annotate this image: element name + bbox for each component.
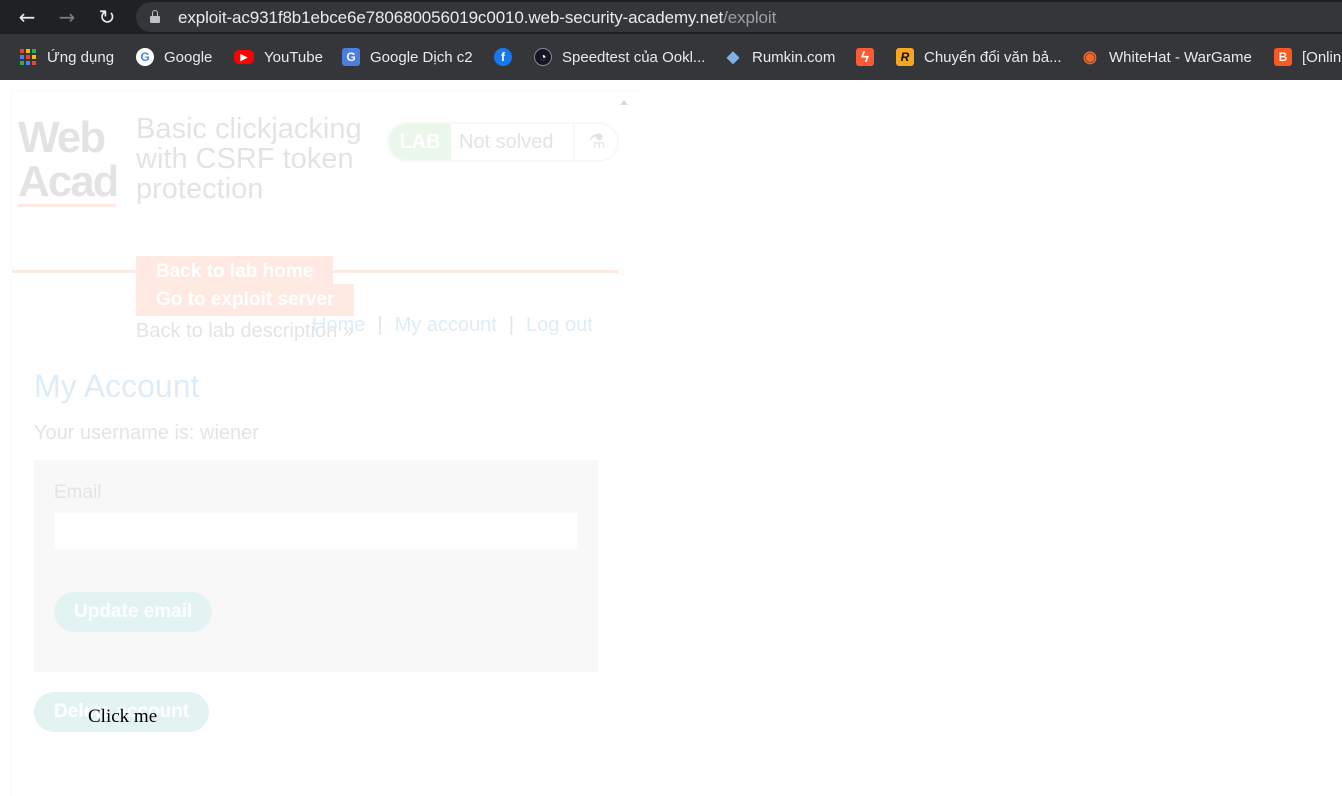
bookmark-google[interactable]: G Google xyxy=(136,46,212,68)
nav-separator: | xyxy=(508,314,515,336)
bookmark-lightning[interactable]: ϟ xyxy=(856,46,874,68)
facebook-icon: f xyxy=(494,48,512,66)
bookmark-label: Speedtest của Ookl... xyxy=(562,48,706,66)
go-to-exploit-server-button[interactable]: Go to exploit server xyxy=(136,284,355,316)
page-title: My Account xyxy=(34,368,200,404)
lightning-icon: ϟ xyxy=(856,48,874,66)
nav-separator: | xyxy=(377,314,383,336)
address-bar[interactable]: exploit-ac931f8b1ebce6e780680056019c0010… xyxy=(136,2,1342,32)
lab-status-widget: LAB Not solved ⚗ xyxy=(387,122,619,162)
bookmark-apps[interactable]: Ứng dụng xyxy=(20,46,114,68)
bookmark-label: Chuyển đổi văn bả... xyxy=(924,48,1062,66)
transparent-iframe[interactable]: Web Acad Basic clickjacking with CSRF to… xyxy=(10,90,640,796)
username-text: Your username is: wiener xyxy=(34,422,259,444)
email-field[interactable] xyxy=(54,512,578,550)
browser-toolbar: ← → ↻ exploit-ac931f8b1ebce6e78068005601… xyxy=(0,0,1342,34)
google-icon: G xyxy=(136,48,154,66)
r-icon: R xyxy=(896,48,914,66)
whitehat-icon: ◉ xyxy=(1081,48,1099,66)
bookmark-label: Ứng dụng xyxy=(47,48,115,66)
blogger-icon: B xyxy=(1274,48,1292,66)
lab-title: Basic clickjacking with CSRF token prote… xyxy=(136,113,362,205)
lab-badge: LAB xyxy=(389,124,451,160)
bookmark-label: WhiteHat - WarGame xyxy=(1109,48,1252,66)
logo-underline xyxy=(18,204,116,207)
bookmark-label: [Onlin xyxy=(1302,48,1342,66)
update-email-button[interactable]: Update email xyxy=(54,592,213,632)
back-icon[interactable]: ← xyxy=(15,5,39,29)
speedtest-icon: ◔ xyxy=(534,48,552,66)
url-host: exploit-ac931f8b1ebce6e780680056019c0010… xyxy=(178,8,724,27)
apps-grid-icon xyxy=(20,49,36,65)
account-nav: Home | My account | Log out xyxy=(312,314,593,337)
bookmarks-bar: Ứng dụng G Google ▶ YouTube G Google Dịc… xyxy=(0,34,1342,80)
bookmark-google-translate[interactable]: G Google Dịch c2 xyxy=(342,46,473,68)
bookmark-facebook[interactable]: f xyxy=(494,46,512,68)
nav-my-account-link[interactable]: My account xyxy=(395,314,497,336)
rumkin-icon: ◆ xyxy=(724,48,742,66)
bookmark-chuyen-doi[interactable]: R Chuyển đổi văn bả... xyxy=(896,46,1062,68)
nav-log-out-link[interactable]: Log out xyxy=(526,314,593,336)
reload-icon[interactable]: ↻ xyxy=(95,5,119,29)
lock-icon[interactable] xyxy=(150,10,160,23)
lab-status-text: Not solved xyxy=(459,131,554,153)
bookmark-label: Google xyxy=(164,48,213,66)
bookmark-whitehat[interactable]: ◉ WhiteHat - WarGame xyxy=(1081,46,1252,68)
nav-home-link[interactable]: Home xyxy=(312,314,365,336)
iframe-content: Web Acad Basic clickjacking with CSRF to… xyxy=(12,92,640,796)
bookmark-rumkin[interactable]: ◆ Rumkin.com xyxy=(724,46,835,68)
bookmark-label: Google Dịch c2 xyxy=(370,48,473,66)
web-security-academy-logo[interactable]: Web Acad xyxy=(18,116,116,208)
flask-icon: ⚗ xyxy=(573,124,617,160)
google-translate-icon: G xyxy=(342,48,360,66)
bookmark-speedtest[interactable]: ◔ Speedtest của Ookl... xyxy=(534,46,705,68)
exploit-page: Web Acad Basic clickjacking with CSRF to… xyxy=(0,80,1342,796)
change-email-form: Email Update email xyxy=(34,460,598,672)
bookmark-label: YouTube xyxy=(264,48,323,66)
click-me-decoy: Click me xyxy=(88,706,158,727)
bookmark-youtube[interactable]: ▶ YouTube xyxy=(234,46,323,68)
bookmark-label: Rumkin.com xyxy=(752,48,836,66)
youtube-icon: ▶ xyxy=(234,50,254,64)
bookmark-online[interactable]: B [Onlin xyxy=(1274,46,1341,68)
url-text[interactable]: exploit-ac931f8b1ebce6e780680056019c0010… xyxy=(178,8,776,28)
scroll-up-icon[interactable] xyxy=(620,100,628,105)
forward-icon[interactable]: → xyxy=(55,5,79,29)
email-label: Email xyxy=(54,482,102,503)
url-path: /exploit xyxy=(723,8,777,27)
